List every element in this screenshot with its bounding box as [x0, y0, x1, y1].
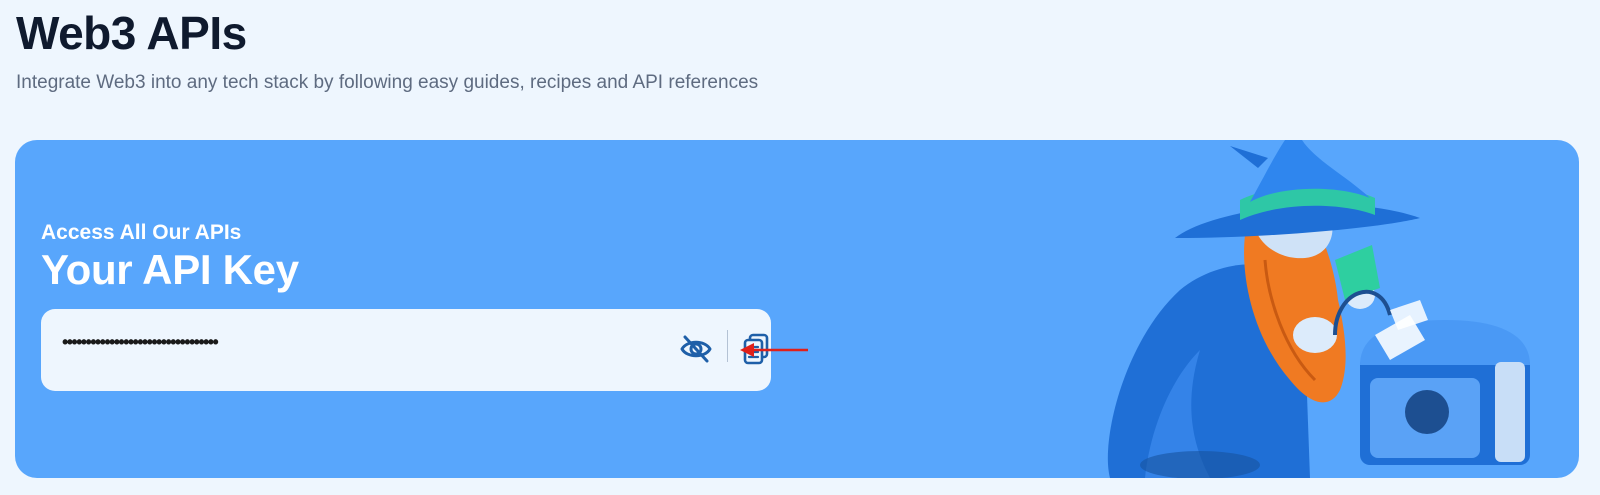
banner-title: Your API Key: [41, 246, 299, 293]
banner-eyebrow: Access All Our APIs: [41, 221, 242, 244]
api-key-banner: Access All Our APIs Your API Key •••••••…: [15, 140, 1579, 478]
pointer-arrow: [740, 343, 808, 357]
icon-divider: [727, 330, 728, 362]
page-title: Web3 APIs: [16, 7, 247, 59]
eye-slash-icon: [680, 335, 712, 363]
page-subtitle: Integrate Web3 into any tech stack by fo…: [16, 72, 759, 93]
api-key-field[interactable]: •••••••••••••••••••••••••••••••••: [41, 309, 771, 391]
wizard-illustration: [1107, 140, 1530, 478]
toggle-visibility-button[interactable]: [678, 331, 714, 367]
api-key-value[interactable]: •••••••••••••••••••••••••••••••••: [62, 332, 219, 353]
